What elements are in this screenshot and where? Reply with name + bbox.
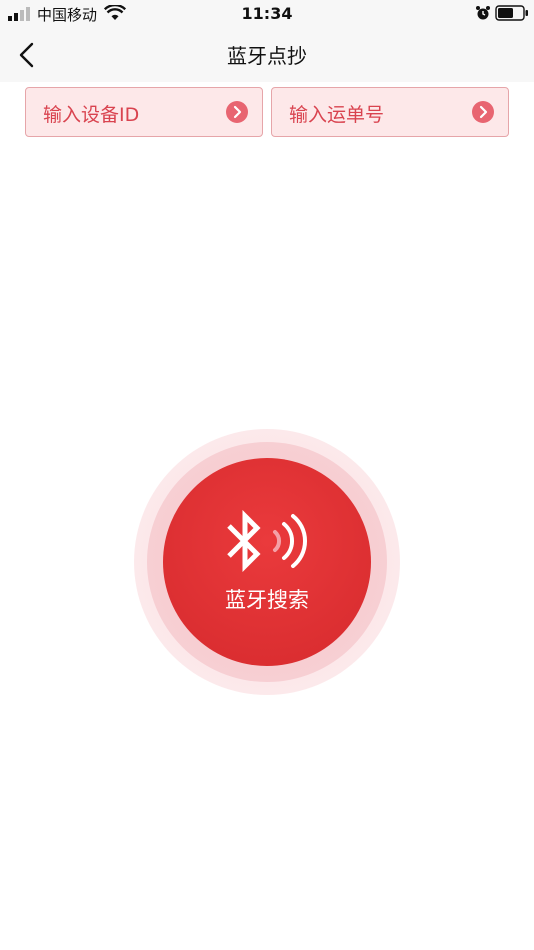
- bluetooth-search-button[interactable]: 蓝牙搜索: [163, 458, 371, 666]
- bluetooth-search-label: 蓝牙搜索: [225, 588, 309, 612]
- chevron-right-icon: [472, 101, 494, 123]
- page-title: 蓝牙点抄: [227, 44, 307, 68]
- enter-waybill-button[interactable]: 输入运单号: [271, 87, 509, 137]
- enter-waybill-label: 输入运单号: [289, 104, 385, 126]
- status-bar: 中国移动 11:34: [0, 0, 534, 28]
- enter-device-id-button[interactable]: 输入设备ID: [25, 87, 263, 137]
- alarm-clock-icon: [476, 6, 490, 20]
- chevron-right-icon: [226, 101, 248, 123]
- enter-device-id-label: 输入设备ID: [43, 104, 140, 126]
- status-time: 11:34: [241, 4, 293, 23]
- bluetooth-icon: [227, 510, 307, 572]
- battery-icon: [495, 5, 528, 21]
